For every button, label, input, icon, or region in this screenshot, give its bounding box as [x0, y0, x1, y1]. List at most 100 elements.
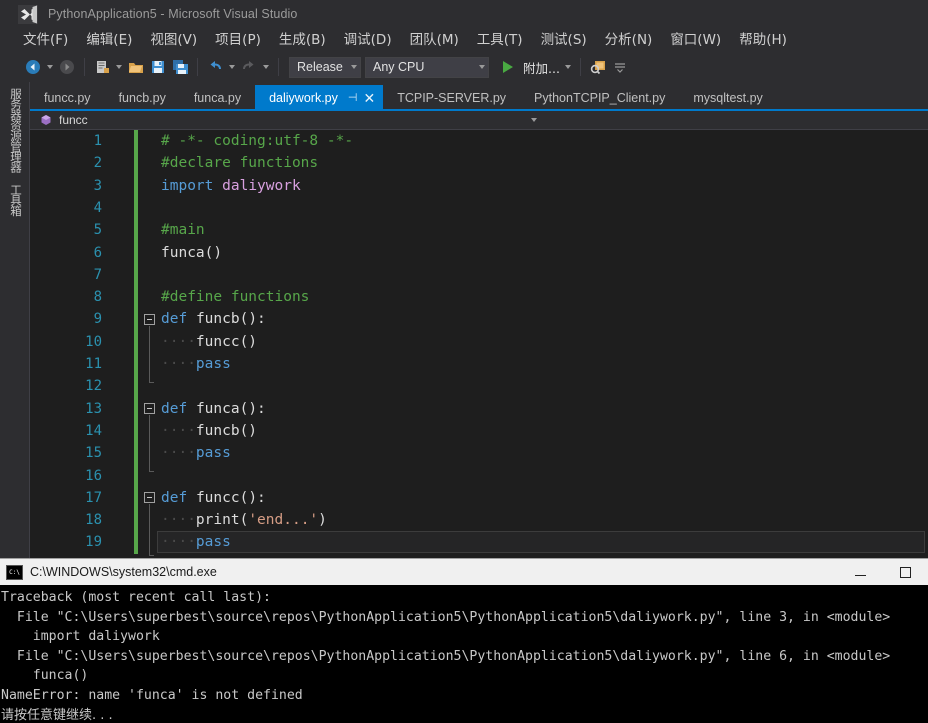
attach-to-process-icon[interactable]: [587, 56, 609, 78]
tab-pythontcpip-client-py[interactable]: PythonTCPIP_Client.py: [520, 85, 680, 110]
fold-toggle-funcb[interactable]: [144, 314, 155, 325]
line-number: 7: [93, 266, 102, 283]
minimize-button[interactable]: [838, 559, 883, 585]
application-window: PythonApplication5 - Microsoft Visual St…: [0, 0, 928, 723]
title-bar: PythonApplication5 - Microsoft Visual St…: [0, 0, 928, 28]
chevron-down-icon: [351, 65, 357, 69]
member-name: funcc: [59, 113, 88, 127]
toolbar-separator: [84, 58, 85, 76]
tab-label: funca.py: [193, 90, 242, 105]
line-number: 17: [85, 489, 102, 506]
line-number: 19: [85, 534, 102, 551]
menu-item-tools[interactable]: 工具(T): [468, 29, 532, 51]
fold-guide-funcb: [149, 326, 154, 383]
solution-platform-dropdown[interactable]: Any CPU: [365, 56, 489, 78]
menu-item-project[interactable]: 项目(P): [206, 29, 270, 51]
menu-item-edit[interactable]: 编辑(E): [77, 29, 141, 51]
member-dropdown[interactable]: funcc: [30, 111, 543, 130]
code-line: ····funcc(): [161, 333, 258, 350]
console-line: funca(): [1, 668, 89, 684]
maximize-button[interactable]: [883, 559, 928, 585]
dock-tab-toolbox[interactable]: 工具箱: [9, 178, 23, 222]
line-number: 6: [93, 244, 102, 261]
toolbar-separator: [197, 58, 198, 76]
attach-dropdown-icon[interactable]: [562, 56, 574, 78]
code-line: ····print('end...'): [161, 512, 327, 529]
solution-configuration-value: Release: [297, 60, 343, 74]
start-debug-icon[interactable]: [497, 56, 519, 78]
dock-tab-server-explorer[interactable]: 服务器资源管理器: [9, 82, 23, 178]
tab-funcc-py[interactable]: funcc.py: [30, 85, 105, 110]
new-project-dropdown-icon[interactable]: [113, 56, 125, 78]
console-title: C:\WINDOWS\system32\cmd.exe: [30, 565, 217, 579]
close-icon[interactable]: ✕: [363, 91, 375, 105]
save-all-icon[interactable]: [169, 56, 191, 78]
fold-toggle-funcc[interactable]: [144, 492, 155, 503]
visual-studio-logo: [18, 4, 38, 24]
code-line: ····pass: [161, 534, 231, 551]
line-number: 11: [85, 356, 102, 372]
menu-item-file[interactable]: 文件(F): [14, 29, 77, 51]
line-number: 18: [85, 512, 102, 529]
code-editor[interactable]: 1 2 3 4 5 6 7 8 9 10 11 12 13 14 15 16 1…: [30, 130, 928, 558]
menu-item-debug[interactable]: 调试(D): [335, 29, 401, 51]
line-number: 12: [85, 378, 102, 395]
code-line: import daliywork: [161, 177, 301, 194]
current-line-highlight: [157, 531, 925, 553]
menu-item-analyze[interactable]: 分析(N): [596, 29, 662, 51]
line-number: 14: [85, 422, 102, 439]
tab-label: PythonTCPIP_Client.py: [534, 90, 666, 105]
menu-item-build[interactable]: 生成(B): [270, 29, 335, 51]
save-file-icon[interactable]: [147, 56, 169, 78]
undo-icon[interactable]: [204, 56, 226, 78]
menu-bar: 文件(F) 编辑(E) 视图(V) 项目(P) 生成(B) 调试(D) 团队(M…: [0, 28, 928, 52]
chevron-down-icon: [531, 118, 537, 122]
open-file-icon[interactable]: [125, 56, 147, 78]
console-line: NameError: name 'funca' is not defined: [1, 687, 303, 703]
command-prompt-window: C:\ C:\WINDOWS\system32\cmd.exe Tracebac…: [0, 558, 928, 723]
attach-button-label[interactable]: 附加...: [519, 58, 562, 77]
redo-dropdown-icon[interactable]: [260, 56, 272, 78]
tab-funca-py[interactable]: funca.py: [179, 85, 256, 110]
navigate-backward-dropdown-icon[interactable]: [44, 56, 56, 78]
tab-daliywork-py[interactable]: daliywork.py ⊣ ✕: [255, 85, 384, 110]
new-project-icon[interactable]: [91, 56, 113, 78]
line-number: 4: [93, 199, 102, 216]
chevron-down-icon: [479, 65, 485, 69]
menu-item-view[interactable]: 视图(V): [141, 29, 206, 51]
left-dock-panel: 服务器资源管理器 工具箱: [0, 82, 30, 558]
console-output[interactable]: Traceback (most recent call last): File …: [0, 585, 928, 723]
solution-configuration-dropdown[interactable]: Release: [289, 56, 361, 78]
tab-label: funcb.py: [118, 90, 166, 105]
tab-label: daliywork.py: [269, 90, 338, 105]
solution-platform-value: Any CPU: [373, 60, 425, 74]
undo-dropdown-icon[interactable]: [226, 56, 238, 78]
code-line: # -*- coding:utf-8 -*-: [161, 133, 354, 149]
console-line: 请按任意键继续. . .: [1, 707, 113, 723]
menu-item-window[interactable]: 窗口(W): [661, 29, 730, 51]
line-number: 5: [93, 222, 102, 239]
console-line: Traceback (most recent call last):: [1, 590, 271, 605]
navigate-forward-icon[interactable]: [56, 56, 78, 78]
window-title: PythonApplication5 - Microsoft Visual St…: [48, 7, 298, 21]
fold-guide-funca: [149, 415, 154, 472]
menu-item-team[interactable]: 团队(M): [401, 29, 468, 51]
tab-funcb-py[interactable]: funcb.py: [104, 85, 180, 110]
navigate-backward-icon[interactable]: [22, 56, 44, 78]
code-line: funca(): [161, 244, 223, 261]
menu-item-test[interactable]: 测试(S): [532, 29, 596, 51]
line-number: 15: [85, 445, 102, 462]
tab-tcpip-server-py[interactable]: TCPIP-SERVER.py: [383, 85, 521, 110]
redo-icon[interactable]: [238, 56, 260, 78]
line-number: 10: [85, 333, 102, 350]
tab-label: mysqltest.py: [693, 90, 763, 105]
line-number: 16: [85, 467, 102, 484]
menu-item-help[interactable]: 帮助(H): [730, 29, 796, 51]
code-line: ····pass: [161, 445, 231, 462]
pin-icon[interactable]: ⊣: [348, 91, 358, 104]
fold-toggle-funca[interactable]: [144, 403, 155, 414]
line-number: 8: [93, 289, 102, 306]
tab-mysqltest-py[interactable]: mysqltest.py: [679, 85, 777, 110]
toolbar-overflow-icon[interactable]: [609, 56, 631, 78]
code-line: #define functions: [161, 289, 310, 306]
